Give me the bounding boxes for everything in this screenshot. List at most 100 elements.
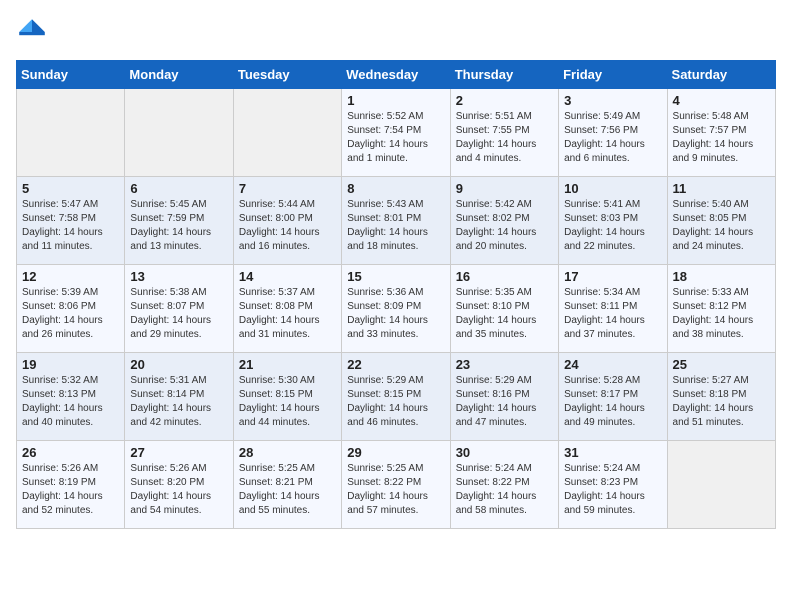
calendar-cell: 25Sunrise: 5:27 AMSunset: 8:18 PMDayligh… (667, 353, 775, 441)
calendar-cell: 23Sunrise: 5:29 AMSunset: 8:16 PMDayligh… (450, 353, 558, 441)
header-cell-thursday: Thursday (450, 61, 558, 89)
calendar-cell: 28 Sunrise: 5:25 AMSunset: 8:21 PMDayligh… (233, 441, 341, 529)
calendar-cell: 9Sunrise: 5:42 AMSunset: 8:02 PMDaylight… (450, 177, 558, 265)
day-number: 31 (564, 445, 661, 460)
calendar-cell (233, 89, 341, 177)
day-number: 16 (456, 269, 553, 284)
calendar-cell: 1 Sunrise: 5:52 AMSunset: 7:54 PMDaylight… (342, 89, 450, 177)
day-info: Sunrise: 5:24 AMSunset: 8:22 PMDaylight:… (456, 462, 553, 518)
calendar-cell: 5 Sunrise: 5:47 AMSunset: 7:58 PMDaylight… (17, 177, 125, 265)
day-info: Sunrise: 5:52 AMSunset: 7:54 PMDaylight:… (347, 110, 444, 166)
day-info: Sunrise: 5:45 AMSunset: 7:59 PMDaylight:… (130, 198, 227, 254)
calendar-cell: 6 Sunrise: 5:45 AMSunset: 7:59 PMDaylight… (125, 177, 233, 265)
day-info: Sunrise: 5:25 AMSunset: 8:22 PMDaylight:… (347, 462, 444, 518)
day-number: 10 (564, 181, 661, 196)
day-info: Sunrise: 5:34 AMSunset: 8:11 PMDaylight:… (564, 286, 661, 342)
day-info: Sunrise: 5:30 AMSunset: 8:15 PMDaylight:… (239, 374, 336, 430)
day-number: 8 (347, 181, 444, 196)
calendar-cell: 29 Sunrise: 5:25 AMSunset: 8:22 PMDayligh… (342, 441, 450, 529)
day-number: 22 (347, 357, 444, 372)
day-info: Sunrise: 5:40 AMSunset: 8:05 PMDaylight:… (673, 198, 770, 254)
calendar-week-5: 26 Sunrise: 5:26 AMSunset: 8:19 PMDayligh… (17, 441, 776, 529)
calendar-cell: 11 Sunrise: 5:40 AMSunset: 8:05 PMDayligh… (667, 177, 775, 265)
calendar-week-2: 5 Sunrise: 5:47 AMSunset: 7:58 PMDaylight… (17, 177, 776, 265)
day-info: Sunrise: 5:47 AMSunset: 7:58 PMDaylight:… (22, 198, 119, 254)
calendar-cell: 3 Sunrise: 5:49 AMSunset: 7:56 PMDaylight… (559, 89, 667, 177)
calendar-cell: 16Sunrise: 5:35 AMSunset: 8:10 PMDayligh… (450, 265, 558, 353)
day-info: Sunrise: 5:36 AMSunset: 8:09 PMDaylight:… (347, 286, 444, 342)
day-info: Sunrise: 5:31 AMSunset: 8:14 PMDaylight:… (130, 374, 227, 430)
logo-icon (16, 16, 48, 48)
header (16, 16, 776, 48)
calendar-cell: 27 Sunrise: 5:26 AMSunset: 8:20 PMDayligh… (125, 441, 233, 529)
day-number: 2 (456, 93, 553, 108)
calendar-cell: 14 Sunrise: 5:37 AMSunset: 8:08 PMDayligh… (233, 265, 341, 353)
calendar-cell: 20Sunrise: 5:31 AMSunset: 8:14 PMDayligh… (125, 353, 233, 441)
calendar-cell (667, 441, 775, 529)
calendar-cell: 10Sunrise: 5:41 AMSunset: 8:03 PMDayligh… (559, 177, 667, 265)
calendar-cell: 13 Sunrise: 5:38 AMSunset: 8:07 PMDayligh… (125, 265, 233, 353)
calendar-cell: 19 Sunrise: 5:32 AMSunset: 8:13 PMDayligh… (17, 353, 125, 441)
day-info: Sunrise: 5:26 AMSunset: 8:20 PMDaylight:… (130, 462, 227, 518)
header-cell-tuesday: Tuesday (233, 61, 341, 89)
day-number: 6 (130, 181, 227, 196)
day-info: Sunrise: 5:29 AMSunset: 8:15 PMDaylight:… (347, 374, 444, 430)
day-number: 5 (22, 181, 119, 196)
day-info: Sunrise: 5:25 AMSunset: 8:21 PMDaylight:… (239, 462, 336, 518)
day-info: Sunrise: 5:43 AMSunset: 8:01 PMDaylight:… (347, 198, 444, 254)
day-number: 7 (239, 181, 336, 196)
calendar-cell: 18 Sunrise: 5:33 AMSunset: 8:12 PMDayligh… (667, 265, 775, 353)
day-number: 14 (239, 269, 336, 284)
calendar-cell: 30 Sunrise: 5:24 AMSunset: 8:22 PMDayligh… (450, 441, 558, 529)
header-cell-sunday: Sunday (17, 61, 125, 89)
calendar-week-3: 12 Sunrise: 5:39 AMSunset: 8:06 PMDayligh… (17, 265, 776, 353)
header-cell-monday: Monday (125, 61, 233, 89)
day-info: Sunrise: 5:51 AMSunset: 7:55 PMDaylight:… (456, 110, 553, 166)
day-number: 15 (347, 269, 444, 284)
calendar-week-1: 1 Sunrise: 5:52 AMSunset: 7:54 PMDaylight… (17, 89, 776, 177)
day-info: Sunrise: 5:39 AMSunset: 8:06 PMDaylight:… (22, 286, 119, 342)
header-cell-saturday: Saturday (667, 61, 775, 89)
day-number: 18 (673, 269, 770, 284)
day-info: Sunrise: 5:48 AMSunset: 7:57 PMDaylight:… (673, 110, 770, 166)
calendar-cell: 15 Sunrise: 5:36 AMSunset: 8:09 PMDayligh… (342, 265, 450, 353)
day-number: 27 (130, 445, 227, 460)
day-number: 1 (347, 93, 444, 108)
calendar-cell: 26 Sunrise: 5:26 AMSunset: 8:19 PMDayligh… (17, 441, 125, 529)
calendar-cell: 12 Sunrise: 5:39 AMSunset: 8:06 PMDayligh… (17, 265, 125, 353)
day-info: Sunrise: 5:37 AMSunset: 8:08 PMDaylight:… (239, 286, 336, 342)
day-number: 9 (456, 181, 553, 196)
calendar-table: SundayMondayTuesdayWednesdayThursdayFrid… (16, 60, 776, 529)
calendar-week-4: 19 Sunrise: 5:32 AMSunset: 8:13 PMDayligh… (17, 353, 776, 441)
calendar-cell: 22 Sunrise: 5:29 AMSunset: 8:15 PMDayligh… (342, 353, 450, 441)
day-number: 4 (673, 93, 770, 108)
day-info: Sunrise: 5:26 AMSunset: 8:19 PMDaylight:… (22, 462, 119, 518)
logo (16, 16, 52, 48)
header-cell-wednesday: Wednesday (342, 61, 450, 89)
calendar-cell (125, 89, 233, 177)
day-number: 24 (564, 357, 661, 372)
calendar-cell: 7 Sunrise: 5:44 AMSunset: 8:00 PMDaylight… (233, 177, 341, 265)
header-cell-friday: Friday (559, 61, 667, 89)
day-info: Sunrise: 5:38 AMSunset: 8:07 PMDaylight:… (130, 286, 227, 342)
day-info: Sunrise: 5:32 AMSunset: 8:13 PMDaylight:… (22, 374, 119, 430)
day-number: 26 (22, 445, 119, 460)
day-number: 21 (239, 357, 336, 372)
day-info: Sunrise: 5:49 AMSunset: 7:56 PMDaylight:… (564, 110, 661, 166)
day-info: Sunrise: 5:33 AMSunset: 8:12 PMDaylight:… (673, 286, 770, 342)
calendar-cell: 31Sunrise: 5:24 AMSunset: 8:23 PMDayligh… (559, 441, 667, 529)
day-number: 17 (564, 269, 661, 284)
day-info: Sunrise: 5:44 AMSunset: 8:00 PMDaylight:… (239, 198, 336, 254)
calendar-cell: 4 Sunrise: 5:48 AMSunset: 7:57 PMDaylight… (667, 89, 775, 177)
day-number: 23 (456, 357, 553, 372)
calendar-header-row: SundayMondayTuesdayWednesdayThursdayFrid… (17, 61, 776, 89)
day-number: 28 (239, 445, 336, 460)
day-number: 30 (456, 445, 553, 460)
day-number: 11 (673, 181, 770, 196)
calendar-body: 1 Sunrise: 5:52 AMSunset: 7:54 PMDaylight… (17, 89, 776, 529)
day-number: 29 (347, 445, 444, 460)
day-number: 19 (22, 357, 119, 372)
day-number: 3 (564, 93, 661, 108)
day-number: 13 (130, 269, 227, 284)
day-number: 12 (22, 269, 119, 284)
